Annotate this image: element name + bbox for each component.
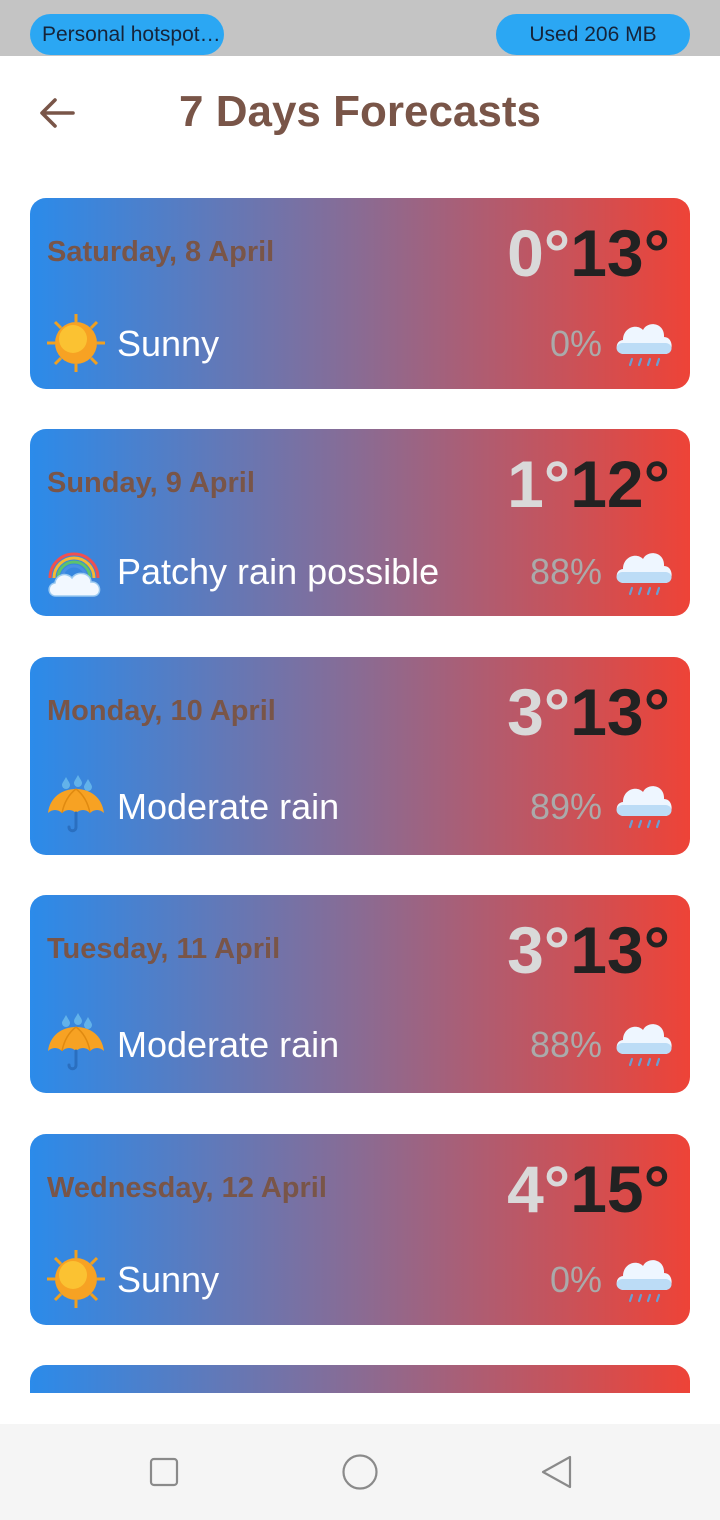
condition-label: Moderate rain bbox=[117, 786, 340, 827]
forecast-date: Saturday, 8 April bbox=[47, 236, 275, 268]
min-temperature: 4° bbox=[507, 1152, 571, 1226]
max-temperature: 15° bbox=[570, 1152, 670, 1226]
forecast-temperatures: 0°13° bbox=[507, 220, 670, 286]
forecast-date: Wednesday, 12 April bbox=[47, 1172, 327, 1204]
rain-chance: 0% bbox=[549, 1259, 602, 1300]
home-button[interactable] bbox=[338, 1450, 382, 1494]
system-back-button[interactable] bbox=[534, 1450, 578, 1494]
forecast-card[interactable] bbox=[30, 1365, 690, 1393]
rain-chance: 88% bbox=[529, 1024, 602, 1065]
rain-chance: 0% bbox=[549, 323, 602, 364]
rain-cloud-icon bbox=[616, 1260, 672, 1303]
status-bar: Personal hotspot… Used 206 MB bbox=[0, 0, 720, 56]
rainbow-cloud-icon bbox=[48, 552, 101, 597]
condition-label: Moderate rain bbox=[117, 1024, 340, 1065]
condition-label: Patchy rain possible bbox=[117, 551, 440, 592]
max-temperature: 13° bbox=[570, 216, 670, 290]
forecast-temperatures: 4°15° bbox=[507, 1156, 670, 1222]
max-temperature: 13° bbox=[570, 675, 670, 749]
forecast-card[interactable]: Wednesday, 12 April 4°15° Sunny 0% bbox=[30, 1134, 690, 1325]
min-temperature: 0° bbox=[507, 216, 571, 290]
min-temperature: 3° bbox=[507, 675, 571, 749]
forecast-date: Tuesday, 11 April bbox=[47, 933, 281, 965]
rain-cloud-icon bbox=[616, 786, 672, 829]
min-temperature: 1° bbox=[507, 447, 571, 521]
sun-icon bbox=[47, 314, 105, 372]
max-temperature: 13° bbox=[570, 913, 670, 987]
rain-chance: 88% bbox=[529, 551, 602, 592]
forecast-temperatures: 3°13° bbox=[507, 679, 670, 745]
forecast-temperatures: 3°13° bbox=[507, 917, 670, 983]
rain-cloud-icon bbox=[616, 1024, 672, 1067]
rain-cloud-icon bbox=[616, 324, 672, 367]
triangle-back-icon bbox=[541, 1455, 572, 1489]
umbrella-rain-icon bbox=[48, 775, 104, 833]
data-usage-pill[interactable]: Used 206 MB bbox=[496, 14, 690, 55]
rain-cloud-icon bbox=[616, 553, 672, 596]
min-temperature: 3° bbox=[507, 913, 571, 987]
rain-chance: 89% bbox=[529, 786, 602, 827]
recents-button[interactable] bbox=[142, 1450, 186, 1494]
hotspot-pill[interactable]: Personal hotspot… bbox=[30, 14, 224, 55]
square-icon bbox=[149, 1457, 179, 1487]
forecast-date: Sunday, 9 April bbox=[47, 467, 255, 499]
navigation-bar bbox=[0, 1424, 720, 1520]
sun-icon bbox=[47, 1250, 105, 1308]
forecast-list[interactable]: Saturday, 8 April 0°13° Sunny 0% Sunday,… bbox=[30, 198, 690, 1393]
forecast-card[interactable]: Tuesday, 11 April 3°13° Moderate rain 88… bbox=[30, 895, 690, 1093]
forecast-card[interactable]: Saturday, 8 April 0°13° Sunny 0% bbox=[30, 198, 690, 389]
circle-icon bbox=[342, 1454, 378, 1490]
umbrella-rain-icon bbox=[48, 1013, 104, 1071]
max-temperature: 12° bbox=[570, 447, 670, 521]
condition-label: Sunny bbox=[117, 1259, 220, 1300]
forecast-card[interactable]: Sunday, 9 April 1°12° Patchy rain possib… bbox=[30, 429, 690, 616]
forecast-card[interactable]: Monday, 10 April 3°13° Moderate rain 89% bbox=[30, 657, 690, 855]
page-title: 7 Days Forecasts bbox=[179, 87, 541, 136]
forecast-date: Monday, 10 April bbox=[47, 695, 276, 727]
condition-label: Sunny bbox=[117, 323, 220, 364]
forecast-temperatures: 1°12° bbox=[507, 451, 670, 517]
